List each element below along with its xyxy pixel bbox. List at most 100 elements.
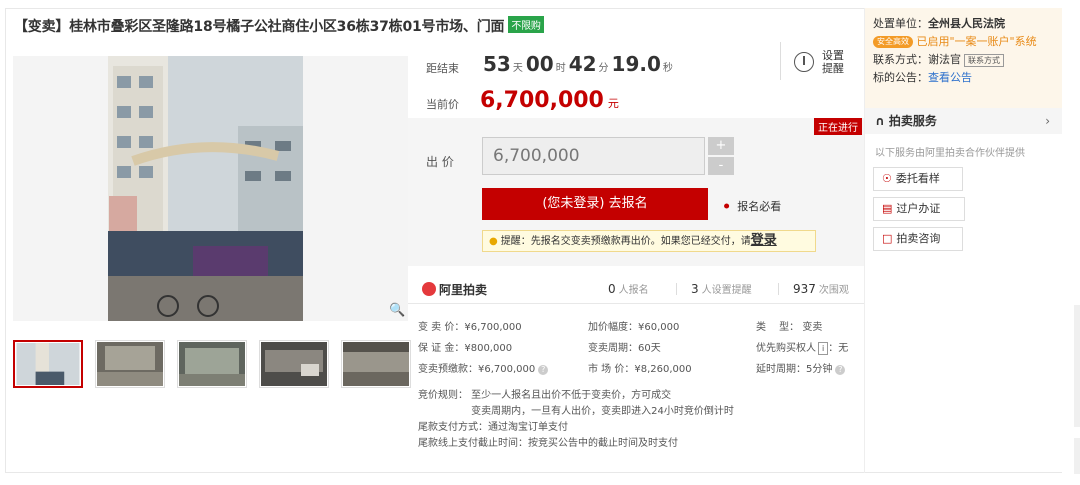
decrease-button[interactable]: - — [708, 157, 734, 175]
title-text: 【变卖】桂林市叠彩区圣隆路18号橘子公社商住小区36栋37栋01号市场、门面 — [14, 19, 505, 35]
service-title: 拍卖服务 — [888, 114, 937, 128]
lightbulb-icon: ● — [489, 236, 498, 247]
view-notice-link[interactable]: 查看公告 — [928, 71, 972, 84]
bid-panel: 正在进行 出 价 6,700,000 + - (您未登录) 去报名 ⚫ 报名必看 … — [408, 118, 864, 266]
transfer-service-button[interactable]: ▤ 过户办证 — [873, 197, 965, 221]
bid-increment: 加价幅度：¥60,000 — [588, 322, 680, 333]
minutes-unit: 分 — [598, 63, 609, 74]
rule-line: 尾款线上支付截止时间：按竞买公告中的截止时间及时支付 — [418, 438, 678, 449]
thumbnail[interactable] — [177, 340, 247, 388]
thumbnail[interactable] — [341, 340, 411, 388]
signup-number: 0 — [608, 282, 616, 296]
viewing-service-button[interactable]: ☉ 委托看样 — [873, 167, 963, 191]
bid-stepper: + - — [708, 137, 734, 177]
safe-badge: 安全高效 — [873, 36, 913, 48]
priority-buyer: 优先购买权人 i ：无 — [756, 338, 848, 359]
priority-label: 优先购买权人 — [756, 343, 816, 354]
stats-bar: 阿里拍卖 0 人报名 3 人设置提醒 937 次围观 — [408, 278, 864, 300]
sale-price: 变 卖 价：¥6,700,000 — [418, 322, 522, 333]
rule-line: 变卖周期内，一旦有人出价，变卖即进入24小时竞价倒计时 — [418, 406, 734, 417]
side-toolbar[interactable] — [1074, 305, 1080, 427]
court-label: 处置单位： — [873, 17, 928, 30]
reminder-count: 3 人设置提醒 — [691, 281, 752, 296]
court-name[interactable]: 全州县人民法院 — [928, 17, 1005, 30]
contact-row: 联系方式：谢法官 联系方式 — [873, 51, 1054, 69]
auction-rules: 竞价规则： 至少一人报名且出价不低于变卖价，方可成交 变卖周期内，一旦有人出价，… — [418, 388, 734, 452]
must-read-label: 报名必看 — [737, 200, 782, 213]
prepayment: 变卖预缴款：¥6,700,000? — [418, 359, 549, 380]
delay-text: 延时周期：5分钟 — [756, 364, 833, 375]
court-info: 处置单位：全州县人民法院 安全高效 已启用"一案一账户"系统 联系方式：谢法官联… — [865, 8, 1062, 108]
countdown-days: 53 — [483, 52, 511, 76]
side-toolbar[interactable] — [1074, 438, 1080, 474]
safe-text[interactable]: 已启用"一案一账户"系统 — [917, 35, 1037, 48]
chat-icon: □ — [882, 232, 893, 245]
set-reminder-button[interactable]: 设置提醒 — [822, 49, 846, 75]
service-header[interactable]: ∩ 拍卖服务 › — [865, 108, 1062, 134]
no-purchase-limit-tag: 不限购 — [508, 16, 544, 33]
consult-service-button[interactable]: □ 拍卖咨询 — [873, 227, 963, 251]
register-button[interactable]: (您未登录) 去报名 — [482, 188, 708, 220]
clock-icon[interactable] — [794, 52, 814, 72]
signup-count: 0 人报名 — [608, 281, 649, 296]
thumbnail[interactable] — [259, 340, 329, 388]
divider — [676, 283, 677, 295]
login-link[interactable]: 登录 — [751, 233, 777, 248]
info-icon[interactable]: i — [818, 342, 829, 355]
court-row: 处置单位：全州县人民法院 — [873, 15, 1054, 33]
status-badge: 正在进行 — [814, 118, 862, 135]
thumbnail[interactable] — [95, 340, 165, 388]
main-photo[interactable] — [13, 56, 408, 321]
increase-button[interactable]: + — [708, 137, 734, 155]
prepayment-text: 变卖预缴款：¥6,700,000 — [418, 364, 536, 375]
help-icon[interactable]: ? — [538, 365, 549, 375]
brand-name: 阿里拍卖 — [439, 283, 488, 297]
current-price-label: 当前价 — [426, 98, 459, 111]
notice-label: 标的公告： — [873, 71, 928, 84]
login-tip: ● 提醒：先报名交变卖预缴款再出价。如果您已经交付，请登录 — [482, 230, 816, 252]
rule-line: 竞价规则： 至少一人报名且出价不低于变卖价，方可成交 — [418, 390, 672, 401]
help-icon[interactable]: ? — [835, 365, 846, 375]
divider — [780, 42, 781, 80]
signup-label: 人报名 — [618, 285, 649, 296]
price-unit: 元 — [607, 97, 619, 110]
current-price: 6,700,000 元 — [480, 88, 619, 113]
ali-auction-logo-icon — [422, 282, 436, 296]
sale-period: 变卖周期：60天 — [588, 343, 661, 354]
safe-row: 安全高效 已启用"一案一账户"系统 — [873, 33, 1054, 51]
service-buttons: ☉ 委托看样 ▤ 过户办证 □ 拍卖咨询 — [865, 167, 1062, 251]
divider — [778, 283, 779, 295]
reminder-number: 3 — [691, 282, 699, 296]
coins-icon: ⚫ — [722, 200, 732, 213]
contact-label: 联系方式：谢法官 — [873, 53, 961, 66]
countdown-seconds: 19.0 — [611, 52, 661, 76]
service-subtitle: 以下服务由阿里拍卖合作伙伴提供 — [875, 148, 1025, 159]
thumbnail-strip — [13, 340, 411, 388]
item-type: 类 型： 变卖 — [756, 322, 823, 333]
zoom-icon[interactable]: 🔍 — [389, 303, 405, 318]
reminder-label: 人设置提醒 — [701, 285, 752, 296]
thumbnail[interactable] — [13, 340, 83, 388]
priority-value: ：无 — [828, 343, 849, 354]
page-title: 【变卖】桂林市叠彩区圣隆路18号橘子公社商住小区36栋37栋01号市场、门面 不限… — [14, 16, 544, 36]
countdown: 53 天 00 时 42 分 19.0 秒 — [483, 52, 676, 76]
headset-icon: ∩ — [875, 114, 889, 128]
seconds-unit: 秒 — [662, 63, 673, 74]
notice-row: 标的公告：查看公告 — [873, 69, 1054, 87]
must-read-link[interactable]: ⚫ 报名必看 — [722, 198, 781, 214]
deposit: 保 证 金：¥800,000 — [418, 343, 513, 354]
hours-unit: 时 — [555, 63, 566, 74]
divider — [408, 303, 864, 304]
contact-button[interactable]: 联系方式 — [964, 54, 1004, 67]
brand: 阿里拍卖 — [422, 281, 487, 298]
tip-text: 提醒：先报名交变卖预缴款再出价。如果您已经交付，请 — [500, 236, 751, 247]
service-label: 拍卖咨询 — [896, 232, 941, 245]
bid-amount-input[interactable]: 6,700,000 — [482, 137, 705, 175]
rule-line: 尾款支付方式：通过淘宝订单支付 — [418, 422, 568, 433]
location-icon: ☉ — [882, 172, 892, 185]
bid-label: 出 价 — [426, 155, 454, 169]
delay-period: 延时周期：5分钟? — [756, 359, 846, 380]
chevron-right-icon: › — [1045, 114, 1050, 128]
countdown-hours: 00 — [525, 52, 554, 76]
view-count: 937 次围观 — [793, 281, 849, 296]
